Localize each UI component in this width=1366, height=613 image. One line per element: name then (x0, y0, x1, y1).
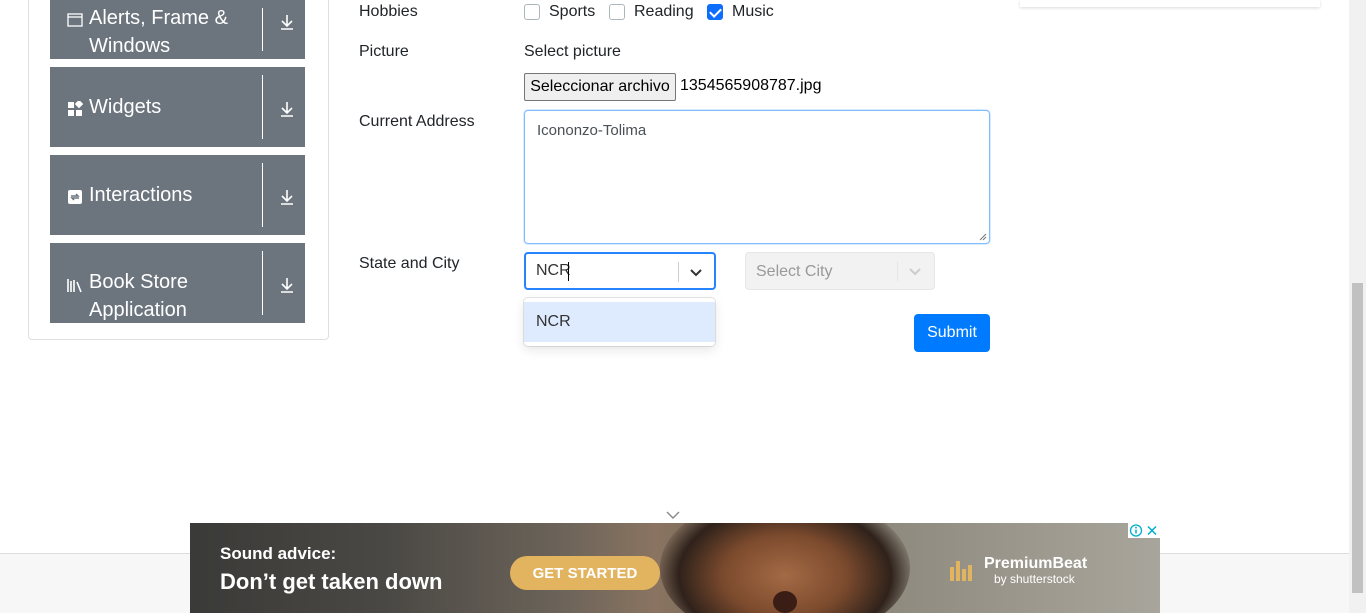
ad-headline: Sound advice: (220, 544, 337, 563)
interactions-icon (68, 190, 82, 204)
picture-hint: Select picture (524, 43, 621, 60)
current-address-label: Current Address (359, 113, 475, 130)
choose-file-button[interactable]: Seleccionar archivo (524, 73, 676, 101)
premiumbeat-logo-icon (950, 561, 972, 581)
hobby-music-checkbox[interactable]: Music (707, 0, 774, 24)
chevron-down-icon[interactable] (665, 508, 681, 522)
divider (262, 163, 263, 227)
hobbies-label: Hobbies (359, 3, 418, 20)
resize-handle-icon[interactable] (979, 233, 987, 241)
checkbox-label: Sports (549, 3, 596, 20)
download-icon[interactable] (278, 188, 296, 206)
indicator-separator (678, 262, 679, 282)
state-input-value[interactable]: NCR (536, 262, 571, 280)
sidebar-group-label-line1: Alerts, Frame & (89, 7, 228, 29)
chevron-down-icon[interactable] (907, 263, 923, 279)
indicator-separator (897, 261, 898, 281)
sidebar-group-alerts-frame-windows[interactable]: Alerts, Frame & Windows (50, 0, 305, 59)
sidebar-group-book-store-application[interactable]: Book Store Application (50, 243, 305, 323)
state-city-label: State and City (359, 255, 460, 272)
text-caret (568, 262, 569, 281)
sidebar-group-widgets[interactable]: Widgets (50, 67, 305, 147)
divider (262, 8, 263, 51)
state-select[interactable]: NCR (524, 252, 716, 290)
checkbox-label: Music (732, 3, 774, 20)
checkbox-label: Reading (634, 3, 694, 20)
sidebar-group-label-line2: Windows (89, 35, 171, 57)
picture-label: Picture (359, 43, 409, 60)
hobby-reading-checkbox[interactable]: Reading (609, 0, 694, 24)
checkbox-box[interactable] (524, 4, 540, 20)
widgets-icon (68, 101, 83, 116)
checkbox-box[interactable] (609, 4, 625, 20)
selected-file-name: 1354565908787.jpg (680, 77, 822, 94)
ad-brand-sub: by shutterstock (994, 571, 1075, 586)
divider (262, 251, 263, 315)
divider (262, 75, 263, 139)
ad-cta-button[interactable]: GET STARTED (510, 556, 660, 590)
sidebar-group-label: Interactions (89, 184, 193, 206)
ad-brand-name: PremiumBeat (984, 554, 1088, 572)
hobby-sports-checkbox[interactable]: Sports (524, 0, 595, 24)
city-select[interactable]: Select City (745, 252, 935, 290)
state-dropdown-menu: NCR (524, 298, 715, 346)
chevron-down-icon[interactable] (688, 264, 704, 280)
download-icon[interactable] (278, 13, 296, 31)
submit-button[interactable]: Submit (914, 314, 990, 352)
download-icon[interactable] (278, 276, 296, 294)
textarea-value: Icononzo-Tolima (537, 122, 647, 139)
ad-brand: PremiumBeat by shutterstock (950, 553, 1087, 587)
download-icon[interactable] (278, 100, 296, 118)
checkbox-box-checked[interactable] (707, 4, 723, 20)
bookstore-icon (67, 279, 82, 293)
ad-info-icon[interactable] (1128, 523, 1144, 538)
ad-subheadline: Don’t get taken down (220, 569, 443, 594)
page: Alerts, Frame & Windows Widgets Interact… (0, 0, 1366, 613)
ad-close-icon[interactable] (1144, 523, 1160, 538)
city-placeholder: Select City (756, 263, 833, 280)
scrollbar-thumb[interactable] (1352, 283, 1363, 593)
top-right-panel-edge (1020, 0, 1320, 7)
state-option[interactable]: NCR (524, 302, 715, 342)
sidebar-group-label: Widgets (89, 96, 162, 118)
window-icon (67, 13, 83, 27)
sidebar-group-label-line1: Book Store (89, 271, 188, 293)
current-address-textarea[interactable]: Icononzo-Tolima (524, 110, 990, 244)
ad-banner[interactable]: Sound advice: Don’t get taken down GET S… (190, 523, 1160, 613)
sidebar-group-label-line2: Application (89, 299, 187, 321)
sidebar-group-interactions[interactable]: Interactions (50, 155, 305, 235)
ad-photo-detail (773, 591, 797, 613)
